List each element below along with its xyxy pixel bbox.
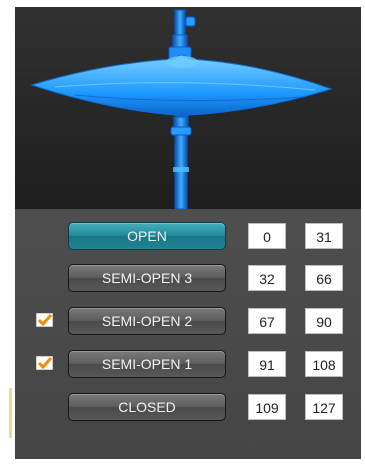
zone-row-closed: CLOSED 109 127 [15, 393, 361, 423]
checkmark-icon [38, 357, 52, 369]
semi-open-1-max-field[interactable]: 108 [305, 351, 343, 377]
semi-open-3-max-field[interactable]: 66 [305, 265, 343, 291]
semi-open-2-min-field[interactable]: 67 [248, 308, 286, 334]
hihat-editor-panel: OPEN 0 31 SEMI-OPEN 3 32 66 SEMI-OPEN 2 … [15, 7, 361, 459]
open-max-field[interactable]: 31 [305, 223, 343, 249]
zone-row-open: OPEN 0 31 [15, 222, 361, 252]
edge-marker [9, 388, 12, 438]
semi-open-1-checkbox[interactable] [36, 356, 53, 370]
hi-hat-cymbal-icon [15, 7, 361, 209]
closed-button[interactable]: CLOSED [68, 393, 226, 421]
zone-row-semi-open-1: SEMI-OPEN 1 91 108 [15, 350, 361, 380]
zone-row-semi-open-2: SEMI-OPEN 2 67 90 [15, 307, 361, 337]
semi-open-2-checkbox[interactable] [36, 313, 53, 327]
semi-open-2-button[interactable]: SEMI-OPEN 2 [68, 307, 226, 335]
checkmark-icon [38, 314, 52, 326]
open-button[interactable]: OPEN [68, 222, 226, 250]
semi-open-3-min-field[interactable]: 32 [248, 265, 286, 291]
zone-row-semi-open-3: SEMI-OPEN 3 32 66 [15, 264, 361, 294]
semi-open-3-button[interactable]: SEMI-OPEN 3 [68, 264, 226, 292]
closed-min-field[interactable]: 109 [248, 394, 286, 420]
open-min-field[interactable]: 0 [248, 223, 286, 249]
closed-max-field[interactable]: 127 [305, 394, 343, 420]
semi-open-1-button[interactable]: SEMI-OPEN 1 [68, 350, 226, 378]
semi-open-1-min-field[interactable]: 91 [248, 351, 286, 377]
zone-controls: OPEN 0 31 SEMI-OPEN 3 32 66 SEMI-OPEN 2 … [15, 209, 361, 459]
semi-open-2-max-field[interactable]: 90 [305, 308, 343, 334]
